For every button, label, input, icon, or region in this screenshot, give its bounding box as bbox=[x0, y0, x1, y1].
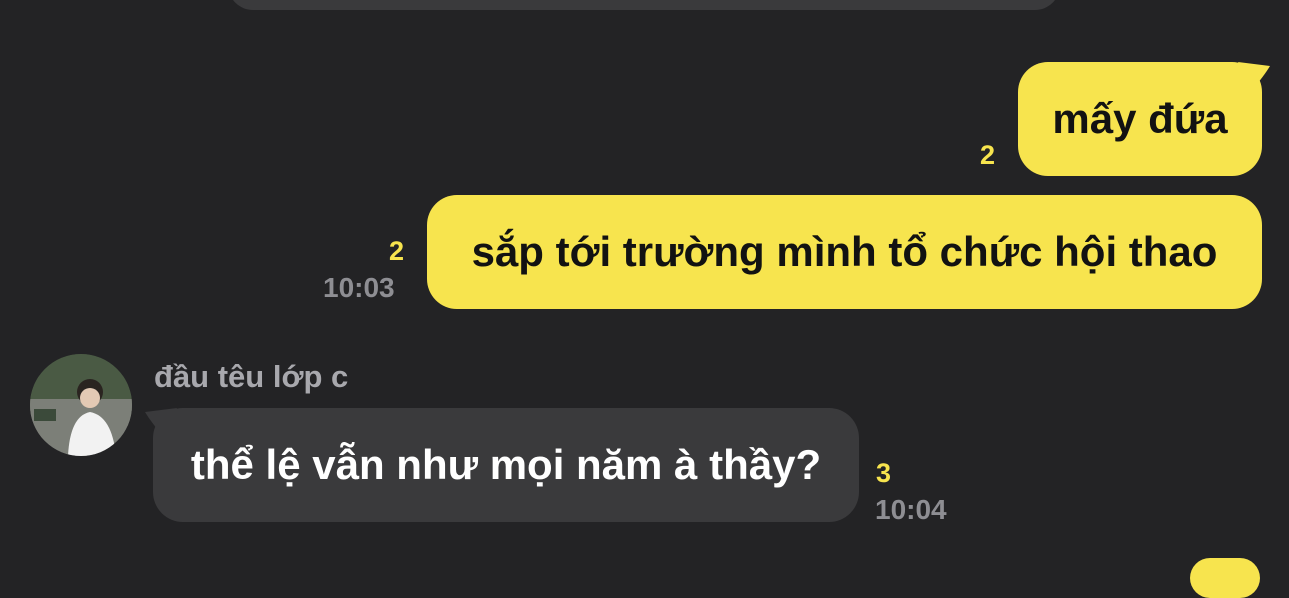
previous-message-bubble[interactable] bbox=[228, 0, 1060, 10]
avatar-photo bbox=[30, 354, 132, 456]
message-text: thể lệ vẫn như mọi năm à thầy? bbox=[190, 441, 822, 488]
unread-count: 2 bbox=[389, 236, 405, 266]
message-text: sắp tới trường mình tổ chức hội thao bbox=[471, 228, 1218, 275]
sender-avatar[interactable] bbox=[30, 354, 132, 456]
outgoing-message-bubble[interactable]: mấy đứa bbox=[1018, 62, 1262, 176]
outgoing-message-bubble[interactable]: sắp tới trường mình tổ chức hội thao bbox=[427, 195, 1262, 309]
sender-name: đầu têu lớp c bbox=[154, 359, 349, 394]
bubble-tail bbox=[1238, 62, 1270, 90]
next-message-bubble[interactable] bbox=[1190, 558, 1260, 598]
message-text: mấy đứa bbox=[1052, 95, 1228, 142]
incoming-message-bubble[interactable]: thể lệ vẫn như mọi năm à thầy? bbox=[153, 408, 859, 522]
unread-count: 3 bbox=[876, 458, 892, 488]
message-timestamp: 10:04 bbox=[875, 494, 947, 525]
bubble-tail bbox=[145, 408, 177, 436]
message-timestamp: 10:03 bbox=[323, 272, 395, 303]
unread-count: 2 bbox=[980, 140, 996, 170]
